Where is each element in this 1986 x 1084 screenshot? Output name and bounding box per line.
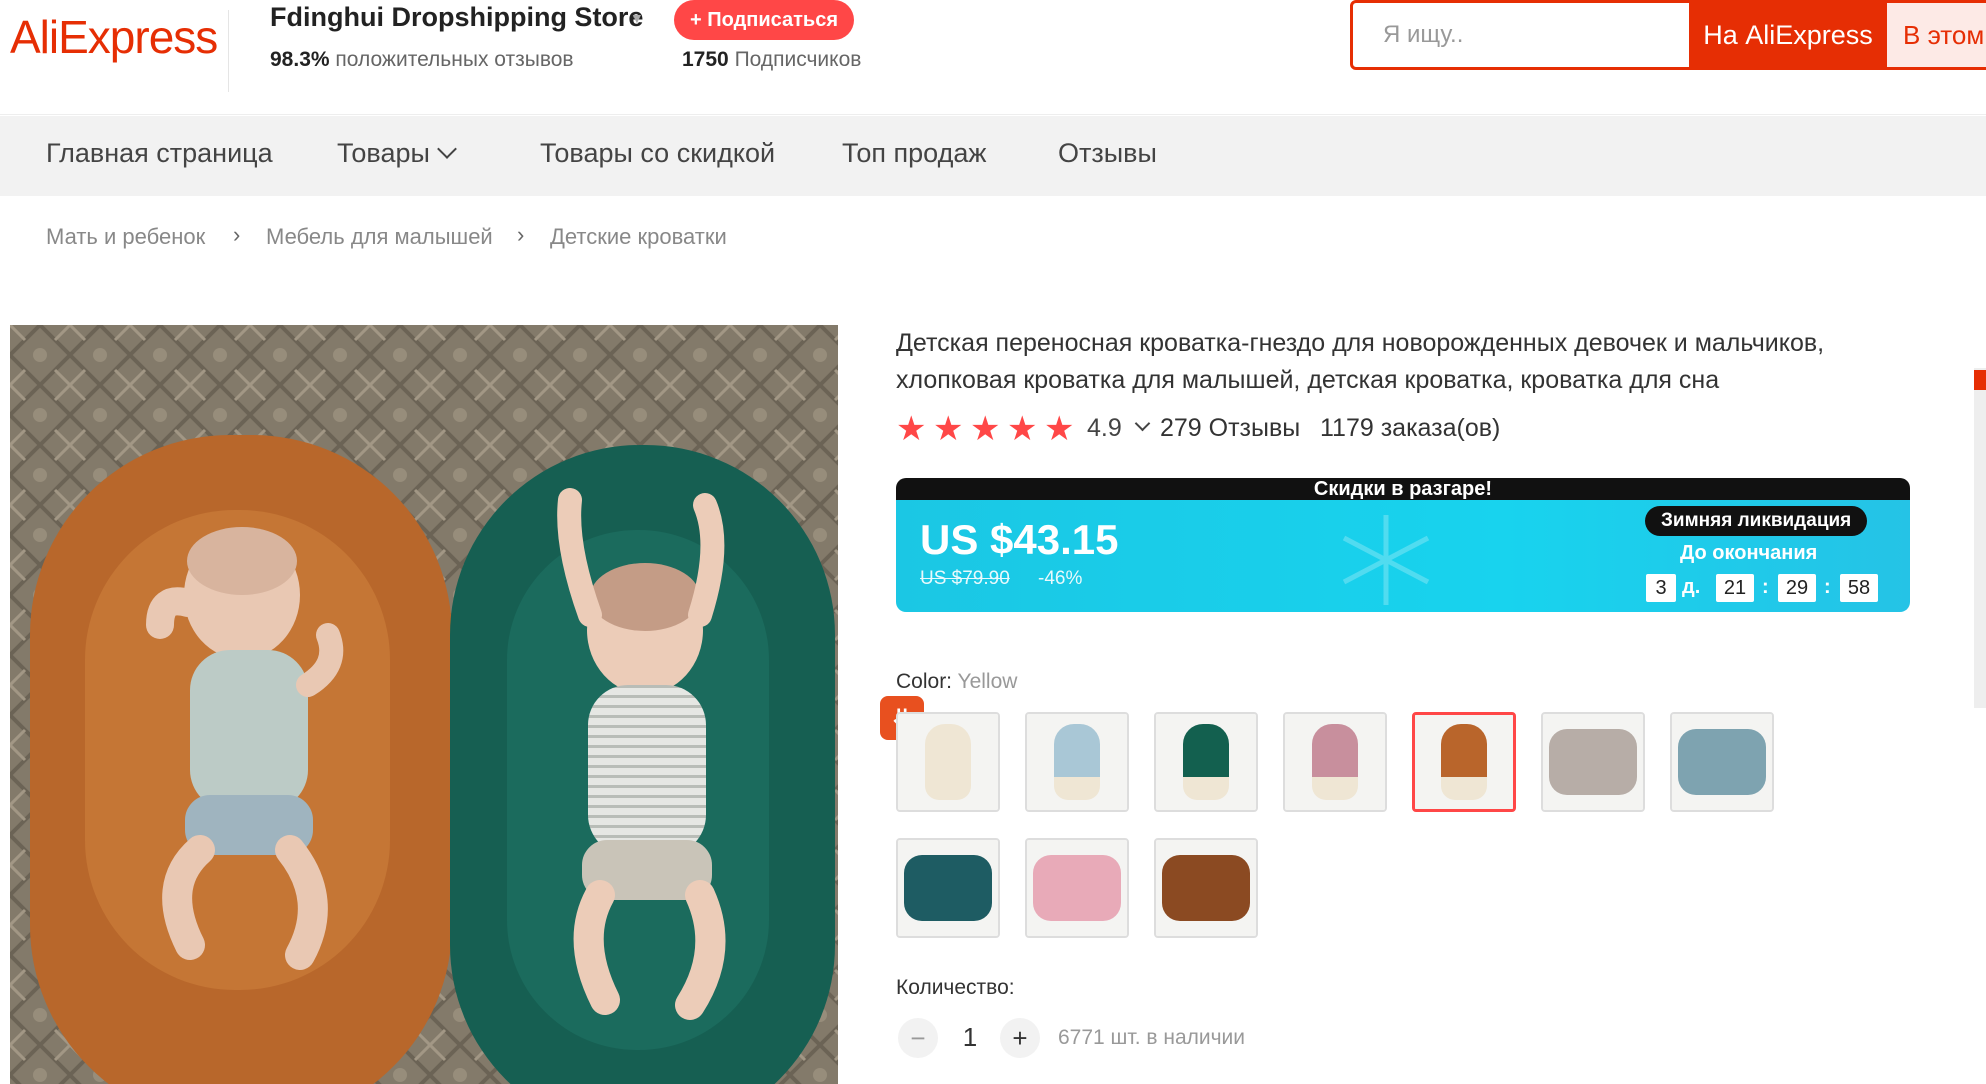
countdown-colon: : — [1762, 576, 1769, 598]
store-caret-icon[interactable]: ▼ — [630, 10, 644, 26]
side-panel-edge — [1974, 368, 1986, 708]
positive-feedback-text: положительных отзывов — [335, 48, 574, 71]
color-swatch-brown-texture[interactable] — [1154, 838, 1258, 938]
chevron-down-icon — [436, 139, 457, 159]
swatch-fill — [1441, 724, 1487, 800]
nav-reviews[interactable]: Отзывы — [1058, 138, 1157, 169]
countdown-seconds: 58 — [1840, 574, 1878, 602]
swatch-fill — [1183, 724, 1229, 800]
winter-sale-badge: Зимняя ликвидация — [1645, 506, 1868, 536]
aliexpress-logo[interactable]: AliExpress — [10, 10, 218, 64]
breadcrumb-item[interactable]: Детские кроватки — [550, 224, 727, 250]
color-swatch-cream[interactable] — [896, 712, 1000, 812]
swatch-image — [898, 714, 998, 810]
search-input[interactable] — [1353, 3, 1683, 67]
quantity-label: Количество: — [896, 976, 1015, 999]
color-swatch-blue-texture[interactable] — [1670, 712, 1774, 812]
store-positive-feedback: 98.3% положительных отзывов — [270, 48, 574, 72]
star-icon: ★ — [933, 410, 964, 448]
header-divider — [228, 10, 229, 92]
subscribers-value: 1750 — [682, 48, 729, 71]
color-swatch-pink-texture[interactable] — [1025, 838, 1129, 938]
star-icon: ★ — [896, 410, 927, 448]
swatch-image — [1027, 840, 1127, 936]
countdown-minutes: 29 — [1778, 574, 1816, 602]
countdown-label: До окончания — [1680, 542, 1818, 564]
swatch-fill — [904, 855, 992, 921]
countdown-colon: : — [1824, 576, 1831, 598]
side-panel-badge — [1974, 370, 1986, 390]
breadcrumb-item[interactable]: Мебель для малышей — [266, 224, 493, 250]
swatch-fill — [1054, 724, 1100, 800]
swatch-fill — [1549, 729, 1637, 795]
swatch-image — [1672, 714, 1772, 810]
color-label: Color: Yellow — [896, 670, 1017, 694]
reviews-link[interactable]: 279 Отзывы — [1160, 414, 1300, 443]
swatch-fill — [1033, 855, 1121, 921]
search-store-button[interactable]: В этом — [1887, 3, 1986, 67]
store-name[interactable]: Fdinghui Dropshipping Store — [270, 2, 643, 33]
color-swatch-light-blue[interactable] — [1025, 712, 1129, 812]
store-header: AliExpress Fdinghui Dropshipping Store ▼… — [0, 0, 1986, 115]
subscribers-count: 1750 Подписчиков — [682, 48, 861, 72]
search-aliexpress-button[interactable]: На AliExpress — [1689, 0, 1887, 70]
star-icon: ★ — [970, 410, 1001, 448]
product-title: Детская переносная кроватка-гнездо для н… — [896, 329, 1825, 394]
swatch-fill — [1312, 724, 1358, 800]
swatch-image — [1543, 714, 1643, 810]
nav-discounts[interactable]: Товары со скидкой — [540, 138, 775, 169]
color-swatch-teal-texture[interactable] — [896, 838, 1000, 938]
swatch-image — [1156, 714, 1256, 810]
color-selected-value: Yellow — [957, 670, 1018, 693]
snowflake-icon — [1342, 515, 1430, 605]
swatch-fill — [925, 724, 971, 800]
orders-count: 1179 заказа(ов) — [1320, 414, 1501, 442]
stock-available: 6771 шт. в наличии — [1058, 1026, 1246, 1049]
star-icon: ★ — [1044, 410, 1075, 448]
color-swatch-pink[interactable] — [1283, 712, 1387, 812]
rating-value[interactable]: 4.9 — [1087, 414, 1122, 443]
swatch-fill — [1162, 855, 1250, 921]
countdown-hours: 21 — [1716, 574, 1754, 602]
subscribe-button[interactable]: + Подписаться — [674, 0, 855, 40]
quantity-value[interactable]: 1 — [962, 1022, 978, 1053]
swatch-image — [898, 840, 998, 936]
nav-home[interactable]: Главная страница — [46, 138, 273, 169]
product-main-image[interactable] — [10, 325, 838, 1084]
swatch-image — [1027, 714, 1127, 810]
quantity-increase-button[interactable]: + — [1000, 1018, 1040, 1058]
product-photo-illustration — [10, 325, 838, 1084]
swatch-image — [1285, 714, 1385, 810]
nav-top-sales[interactable]: Топ продаж — [842, 138, 986, 169]
promo-banner: Скидки в разгаре! US $43.15 US $79.90 -4… — [896, 478, 1910, 612]
promo-body: US $43.15 US $79.90 -46% Зимняя ликвидац… — [896, 500, 1910, 612]
chevron-right-icon: › — [517, 222, 525, 247]
current-price: US $43.15 — [920, 516, 1119, 563]
color-swatch-grey-texture[interactable] — [1541, 712, 1645, 812]
color-swatch-green[interactable] — [1154, 712, 1258, 812]
old-price: US $79.90 — [920, 568, 1010, 589]
search-bar: На AliExpress В этом — [1350, 0, 1986, 70]
swatch-image — [1415, 715, 1513, 809]
promo-header: Скидки в разгаре! — [896, 478, 1910, 500]
store-nav: Главная страница Товары Товары со скидко… — [0, 116, 1986, 196]
chevron-right-icon: › — [233, 222, 241, 247]
swatch-image — [1156, 840, 1256, 936]
color-label-text: Color: — [896, 670, 953, 693]
color-swatch-yellow[interactable] — [1412, 712, 1516, 812]
star-icon: ★ — [1007, 410, 1038, 448]
countdown-days: 3 — [1646, 574, 1676, 602]
nav-products[interactable]: Товары — [337, 138, 457, 169]
positive-feedback-value: 98.3% — [270, 48, 330, 71]
subscribers-text: Подписчиков — [734, 48, 862, 71]
quantity-decrease-button[interactable]: − — [898, 1018, 938, 1058]
nav-products-label: Товары — [337, 138, 430, 168]
discount-percent: -46% — [1038, 568, 1083, 589]
chevron-down-icon[interactable] — [1134, 415, 1151, 432]
swatch-fill — [1678, 729, 1766, 795]
breadcrumb-item[interactable]: Мать и ребенок — [46, 224, 205, 250]
countdown-days-unit: д. — [1682, 576, 1701, 598]
